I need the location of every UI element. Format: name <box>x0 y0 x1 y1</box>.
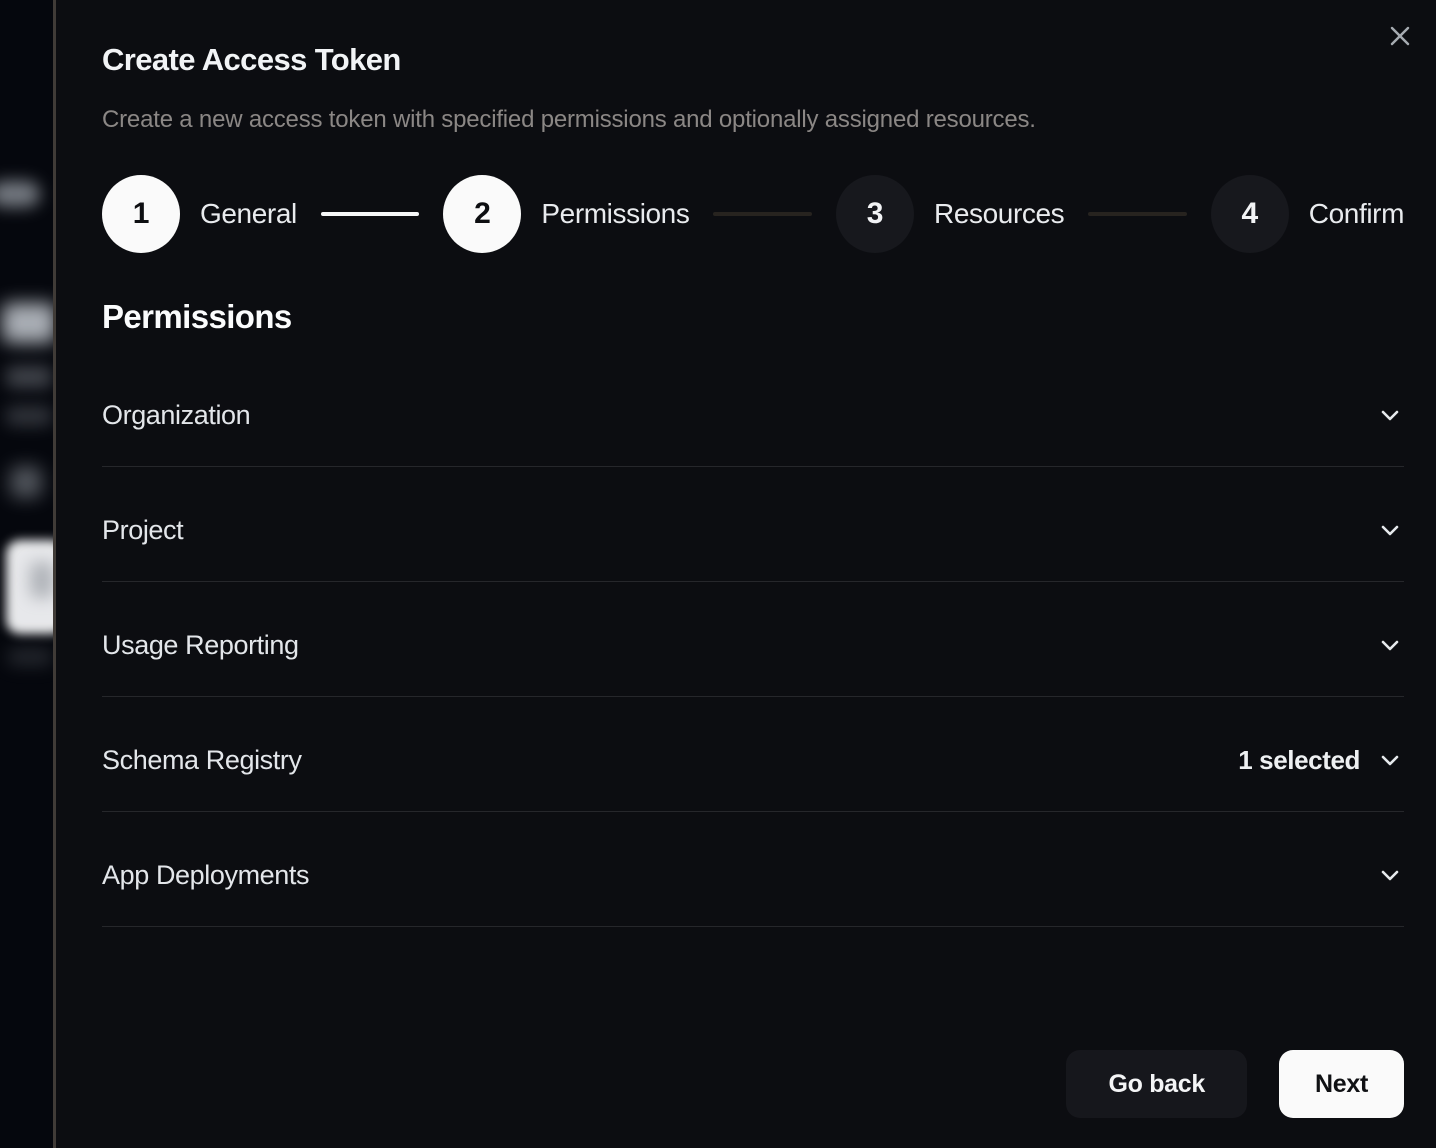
step-general[interactable]: 1 General <box>102 175 297 253</box>
blurred-sidebar-item <box>0 181 40 207</box>
chevron-down-icon <box>1376 401 1404 429</box>
step-permissions[interactable]: 2 Permissions <box>443 175 689 253</box>
permission-group-label: App Deployments <box>102 860 309 891</box>
next-button[interactable]: Next <box>1279 1050 1404 1118</box>
blurred-sidebar-text <box>6 366 52 388</box>
background-sidebar <box>0 0 56 1148</box>
permission-groups-list: Organization Project Usage Reporting <box>102 352 1404 927</box>
step-number: 4 <box>1211 175 1289 253</box>
step-label: General <box>200 198 297 230</box>
blurred-sidebar-heading <box>2 303 56 343</box>
step-number: 2 <box>443 175 521 253</box>
stepper: 1 General 2 Permissions 3 Resources 4 Co… <box>102 174 1404 254</box>
step-label: Permissions <box>541 198 689 230</box>
blurred-sidebar-text <box>8 648 52 666</box>
blurred-sidebar-text <box>6 406 52 426</box>
permission-group-label: Schema Registry <box>102 745 302 776</box>
modal-title: Create Access Token <box>102 42 1404 78</box>
modal-subtitle: Create a new access token with specified… <box>102 106 1404 134</box>
step-label: Resources <box>934 198 1064 230</box>
step-number: 3 <box>836 175 914 253</box>
chevron-down-icon <box>1376 516 1404 544</box>
selection-count: 1 selected <box>1238 745 1360 776</box>
chevron-down-icon <box>1376 631 1404 659</box>
step-connector <box>1088 212 1187 216</box>
permissions-heading: Permissions <box>102 298 1404 336</box>
permission-group-schema-registry[interactable]: Schema Registry 1 selected <box>102 697 1404 812</box>
step-connector <box>321 212 420 216</box>
chevron-down-icon <box>1376 861 1404 889</box>
step-connector <box>713 212 812 216</box>
permission-group-project[interactable]: Project <box>102 467 1404 582</box>
permission-group-label: Usage Reporting <box>102 630 299 661</box>
permission-group-app-deployments[interactable]: App Deployments <box>102 812 1404 927</box>
chevron-down-icon <box>1376 746 1404 774</box>
close-icon <box>1387 23 1413 49</box>
go-back-button[interactable]: Go back <box>1066 1050 1247 1118</box>
permission-group-usage-reporting[interactable]: Usage Reporting <box>102 582 1404 697</box>
step-label: Confirm <box>1309 198 1404 230</box>
step-confirm[interactable]: 4 Confirm <box>1211 175 1404 253</box>
step-number: 1 <box>102 175 180 253</box>
permission-group-label: Project <box>102 515 183 546</box>
close-button[interactable] <box>1382 18 1418 54</box>
permission-group-label: Organization <box>102 400 250 431</box>
blurred-sidebar-icon <box>10 466 42 498</box>
step-resources[interactable]: 3 Resources <box>836 175 1064 253</box>
create-access-token-modal: Create Access Token Create a new access … <box>56 0 1436 1148</box>
modal-footer: Go back Next <box>1066 1050 1404 1118</box>
permission-group-organization[interactable]: Organization <box>102 352 1404 467</box>
blurred-card-glyph <box>30 562 54 598</box>
